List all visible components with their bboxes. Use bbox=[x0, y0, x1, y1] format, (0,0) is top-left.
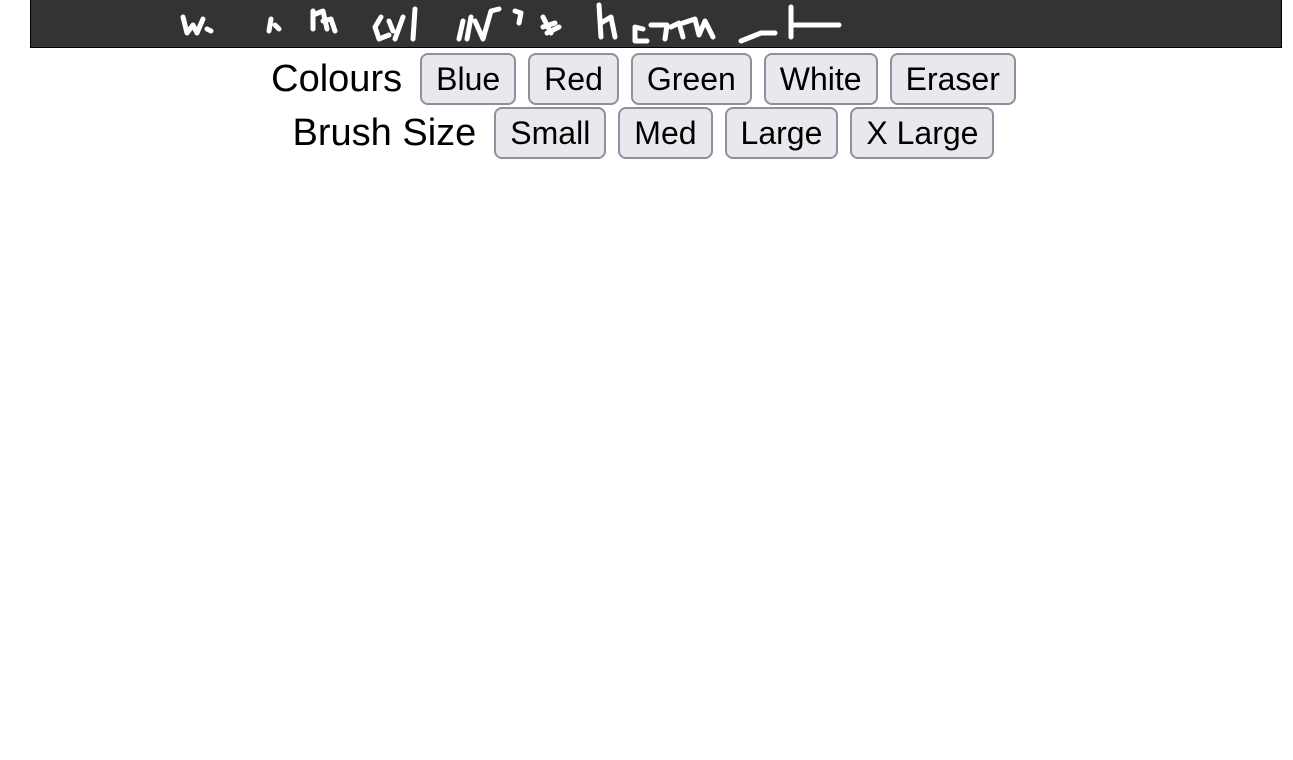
white-button[interactable]: White bbox=[763, 53, 878, 105]
eraser-button[interactable]: Eraser bbox=[889, 53, 1016, 105]
colours-toolbar: Colours Blue Red Green White Eraser bbox=[0, 52, 1293, 106]
x-large-brush-button[interactable]: X Large bbox=[850, 107, 995, 159]
canvas-strokes bbox=[180, 2, 842, 44]
brush-size-toolbar: Brush Size Small Med Large X Large bbox=[0, 106, 1293, 160]
colours-label: Colours bbox=[271, 58, 403, 100]
blue-button[interactable]: Blue bbox=[420, 53, 517, 105]
green-button[interactable]: Green bbox=[630, 53, 752, 105]
drawing-canvas[interactable] bbox=[30, 0, 1282, 48]
small-brush-button[interactable]: Small bbox=[494, 107, 607, 159]
large-brush-button[interactable]: Large bbox=[724, 107, 839, 159]
red-button[interactable]: Red bbox=[528, 53, 619, 105]
brush-size-label: Brush Size bbox=[292, 112, 477, 154]
med-brush-button[interactable]: Med bbox=[618, 107, 713, 159]
